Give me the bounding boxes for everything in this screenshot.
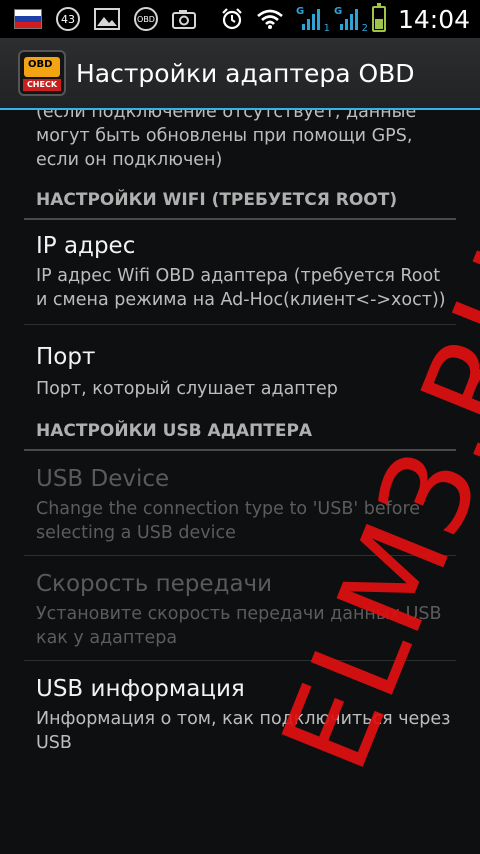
category-wifi-header: НАСТРОЙКИ WIFI (ТРЕБУЕТСЯ ROOT) [24,180,456,220]
partial-pref-item[interactable]: (если подключение отсутствует, данные мо… [0,110,480,180]
status-bar: 43 OBD G 1 G 2 14:04 [0,0,480,38]
pref-title: USB информация [36,676,245,702]
alarm-clock-icon [222,8,242,30]
obd-status-icon: OBD [134,7,158,31]
pref-summary: Порт, который слушает адаптер [36,379,338,399]
app-logo-icon[interactable]: OBD CHECK [18,50,66,96]
page-title: Настройки адаптера OBD [76,58,415,88]
gallery-icon [94,8,120,30]
pref-summary: Информация о том, как подключиться через… [36,709,451,753]
pref-summary: Change the connection type to 'USB' befo… [36,499,421,543]
signal-sim1-icon: G 1 [295,6,330,34]
pref-usb-info[interactable]: USB информация Информация о том, как под… [0,661,480,765]
pref-title: Скорость передачи [36,571,273,597]
pref-title: Порт [36,344,96,370]
pref-usb-device[interactable]: USB Device Change the connection type to… [0,451,480,555]
camera-icon [172,10,196,29]
pref-summary: (если подключение отсутствует, данные мо… [36,110,417,170]
pref-ip-address[interactable]: IP адрес IP адрес Wifi OBD адаптера (тре… [0,220,480,324]
pref-title: USB Device [36,466,170,492]
wifi-icon [257,9,283,29]
battery-icon [371,3,386,32]
pref-title: IP адрес [36,233,136,259]
settings-list[interactable]: (если подключение отсутствует, данные мо… [0,110,480,854]
pref-summary: IP адрес Wifi OBD адаптера (требуется Ro… [36,266,446,310]
category-usb-header: НАСТРОЙКИ USB АДАПТЕРА [24,411,456,451]
signal-sim2-icon: G 2 [333,6,368,34]
action-bar: OBD CHECK Настройки адаптера OBD [0,38,480,110]
clock: 14:04 [397,4,470,34]
notification-count-badge: 43 [56,7,80,31]
russia-flag-icon [14,9,42,29]
pref-summary: Установите скорость передачи данных USB … [36,604,442,648]
pref-baud-rate[interactable]: Скорость передачи Установите скорость пе… [0,556,480,660]
pref-port[interactable]: Порт Порт, который слушает адаптер [0,325,480,411]
